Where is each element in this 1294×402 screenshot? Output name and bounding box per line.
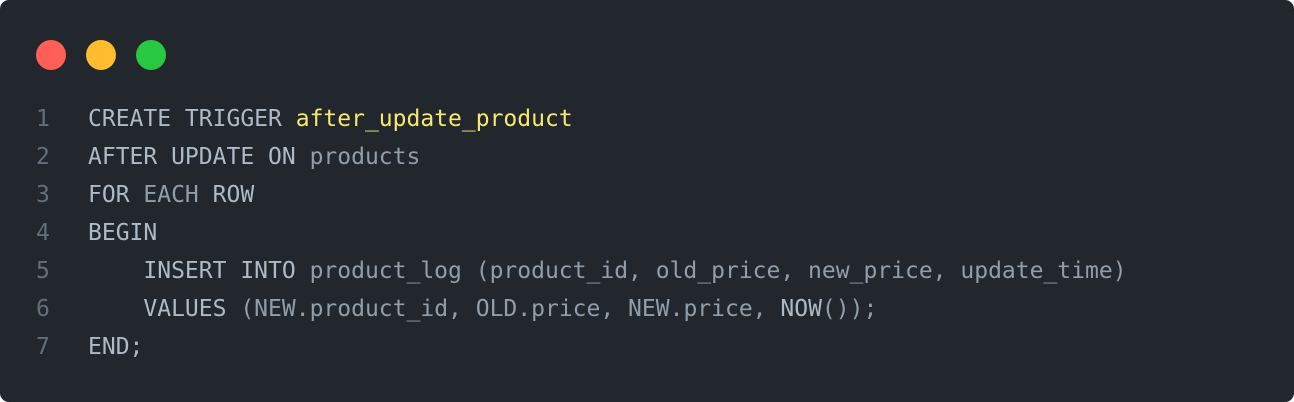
- code-block: 1 CREATE TRIGGER after_update_product 2 AFT…: [0, 100, 1294, 366]
- line-number: 6: [36, 296, 50, 322]
- code-line: 1 CREATE TRIGGER after_update_product: [0, 100, 1294, 138]
- code-token: FOR: [88, 182, 144, 208]
- minimize-dot-icon[interactable]: [86, 40, 116, 70]
- code-line: 2 AFTER UPDATE ON products: [0, 138, 1294, 176]
- code-line: 3 FOR EACH ROW: [0, 176, 1294, 214]
- code-token: after_update_product: [295, 106, 573, 132]
- code-token: INSERT INTO: [88, 258, 310, 284]
- code-text: CREATE TRIGGER after_update_product: [88, 100, 573, 138]
- line-number: 1: [36, 106, 50, 132]
- maximize-dot-icon[interactable]: [136, 40, 166, 70]
- code-token: EACH: [143, 182, 213, 208]
- code-line: 7 END;: [0, 328, 1294, 366]
- line-number: 4: [36, 220, 50, 246]
- code-text: VALUES (NEW.product_id, OLD.price, NEW.p…: [88, 290, 877, 328]
- code-token: products: [309, 144, 421, 170]
- code-token: product_log (product_id, old_price, new_…: [309, 258, 1127, 284]
- window-controls: [36, 40, 166, 70]
- code-token: VALUES: [88, 296, 241, 322]
- code-line: 5 INSERT INTO product_log (product_id, o…: [0, 252, 1294, 290]
- code-line: 4 BEGIN: [0, 214, 1294, 252]
- code-text: END;: [88, 328, 143, 366]
- code-token: BEGIN: [88, 220, 158, 246]
- code-text: AFTER UPDATE ON products: [88, 138, 420, 176]
- code-token: ());: [821, 296, 878, 322]
- line-number: 7: [36, 334, 50, 360]
- line-number: 2: [36, 144, 50, 170]
- code-token: ROW: [212, 182, 255, 208]
- line-number: 3: [36, 182, 50, 208]
- code-window: 1 CREATE TRIGGER after_update_product 2 AFT…: [0, 0, 1294, 402]
- code-token: CREATE TRIGGER: [88, 106, 296, 132]
- code-token: NOW: [780, 296, 822, 322]
- close-dot-icon[interactable]: [36, 40, 66, 70]
- code-text: FOR EACH ROW: [88, 176, 254, 214]
- code-token: AFTER UPDATE ON: [88, 144, 310, 170]
- code-token: (NEW.product_id, OLD.price, NEW.price,: [240, 296, 781, 322]
- code-text: BEGIN: [88, 214, 157, 252]
- code-token: END;: [88, 334, 144, 360]
- line-number: 5: [36, 258, 50, 284]
- code-text: INSERT INTO product_log (product_id, old…: [88, 252, 1127, 290]
- code-line: 6 VALUES (NEW.product_id, OLD.price, NEW…: [0, 290, 1294, 328]
